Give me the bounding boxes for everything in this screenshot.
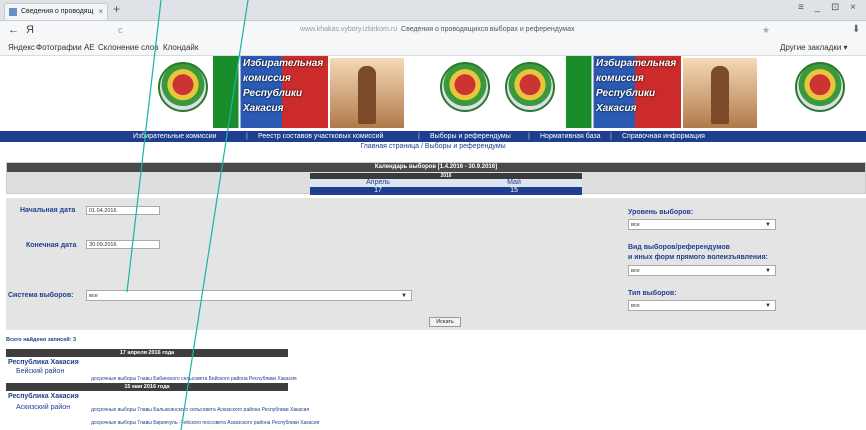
pointer-cursor bbox=[126, 0, 249, 430]
cursor-line bbox=[126, 0, 162, 293]
cursor-line bbox=[180, 0, 249, 430]
